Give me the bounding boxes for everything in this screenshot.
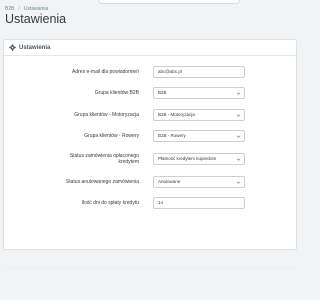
panel-header: Ustawienia [4,40,296,56]
group-moto-label: Grupa klientów - Motoryzacja [74,112,139,118]
credit-days-field[interactable]: 14 [153,197,245,209]
status-paid-label: Status zamówienia opłaconego kredytem [70,153,139,165]
email-field[interactable]: abc@abc.pl [153,66,245,78]
email-label: Adres e-mail dla powiadomień [72,69,139,75]
group-b2b-label: Grupa klientów B2B [94,90,139,96]
chevron-down-icon [236,135,241,138]
settings-panel: Ustawienia Adres e-mail dla powiadomień … [3,39,297,269]
group-b2b-value: B2B [158,90,167,95]
status-paid-label-line2: kredytem [118,159,139,165]
chevron-down-icon [236,181,241,184]
status-cancel-value: Anulowane [158,179,181,184]
group-moto-select[interactable]: B2B - Motoryzacja [153,109,245,121]
group-bikes-value: B2B - Rowery [158,133,186,138]
status-cancel-select[interactable]: Anulowane [153,176,245,188]
group-b2b-select[interactable]: B2B [153,87,245,99]
chevron-down-icon [236,114,241,117]
panel-title: Ustawienia [19,44,51,51]
chevron-down-icon [236,158,241,161]
page-title: Ustawienia [5,12,67,26]
group-bikes-select[interactable]: B2B - Rowery [153,130,245,142]
gear-icon [9,44,16,51]
chevron-down-icon [236,92,241,95]
group-moto-value: B2B - Motoryzacja [158,112,195,117]
panel-footer-divider [4,268,296,269]
group-bikes-label: Grupa klientów - Rowery [84,133,139,139]
top-tab-fragment [98,0,240,4]
credit-days-label: Ilość dni do spłaty kredytu [81,200,139,206]
status-paid-value: Płatność kredytem kupieckim [158,156,217,161]
status-cancel-label: Status anulowanego zamówienia [65,179,139,185]
status-paid-select[interactable]: Płatność kredytem kupieckim [153,153,245,165]
